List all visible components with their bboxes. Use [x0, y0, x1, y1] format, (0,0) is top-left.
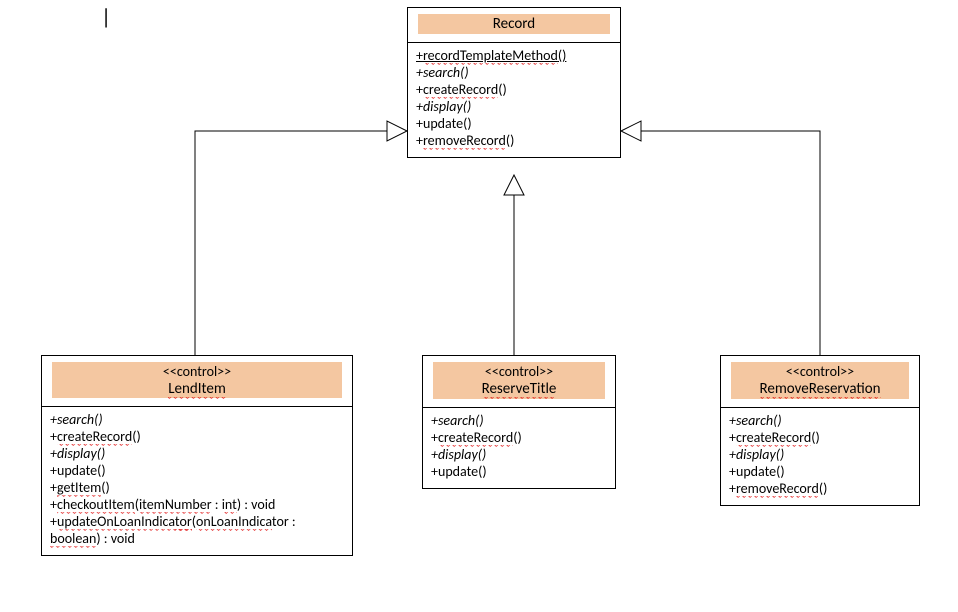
class-reservetitle-attributes: [423, 399, 615, 407]
method: +search(): [50, 411, 344, 428]
class-removereservation-header: <<control>> RemoveReservation: [731, 362, 909, 399]
method: +updateOnLoanIndicator(onLoanIndicator :…: [50, 513, 344, 547]
class-lenditem-attributes: [42, 398, 352, 406]
method: +display(): [729, 446, 911, 463]
class-record-methods: +recordTemplateMethod()+search()+createR…: [408, 42, 620, 157]
method: +search(): [416, 64, 612, 81]
class-reservetitle: <<control>> ReserveTitle +search()+creat…: [422, 355, 616, 489]
class-lenditem-title: LendItem: [56, 380, 338, 398]
method: +removeRecord(): [729, 480, 911, 497]
method: +update(): [729, 463, 911, 480]
class-removereservation-title: RemoveReservation: [735, 380, 905, 398]
method: +createRecord(): [50, 428, 344, 445]
class-record-attributes: [408, 34, 620, 42]
method: +createRecord(): [729, 429, 911, 446]
method: +display(): [50, 445, 344, 462]
method: +update(): [431, 463, 607, 480]
method: +update(): [50, 462, 344, 479]
class-reservetitle-header: <<control>> ReserveTitle: [433, 362, 605, 399]
method: +createRecord(): [416, 81, 612, 98]
class-lenditem-stereotype: <<control>>: [56, 363, 338, 380]
method: +checkoutItem(itemNumber : int) : void: [50, 496, 344, 513]
method: +search(): [431, 412, 607, 429]
class-removereservation: <<control>> RemoveReservation +search()+…: [720, 355, 920, 506]
class-lenditem-header: <<control>> LendItem: [52, 362, 342, 398]
class-reservetitle-stereotype: <<control>>: [437, 363, 601, 380]
class-lenditem: <<control>> LendItem +search()+createRec…: [41, 355, 353, 556]
method: +removeRecord(): [416, 132, 612, 149]
class-lenditem-methods: +search()+createRecord()+display()+updat…: [42, 406, 352, 555]
text-cursor: |: [101, 3, 111, 30]
method: +createRecord(): [431, 429, 607, 446]
class-removereservation-attributes: [721, 399, 919, 407]
class-removereservation-stereotype: <<control>>: [735, 363, 905, 380]
class-removereservation-methods: +search()+createRecord()+display()+updat…: [721, 407, 919, 505]
class-record-title: Record: [418, 14, 610, 34]
method: +search(): [729, 412, 911, 429]
method: +getItem(): [50, 479, 344, 496]
method: +display(): [416, 98, 612, 115]
method: +recordTemplateMethod(): [416, 47, 612, 64]
class-reservetitle-title: ReserveTitle: [437, 380, 601, 398]
class-reservetitle-methods: +search()+createRecord()+display()+updat…: [423, 407, 615, 488]
method: +display(): [431, 446, 607, 463]
class-record: Record +recordTemplateMethod()+search()+…: [407, 7, 621, 158]
method: +update(): [416, 115, 612, 132]
